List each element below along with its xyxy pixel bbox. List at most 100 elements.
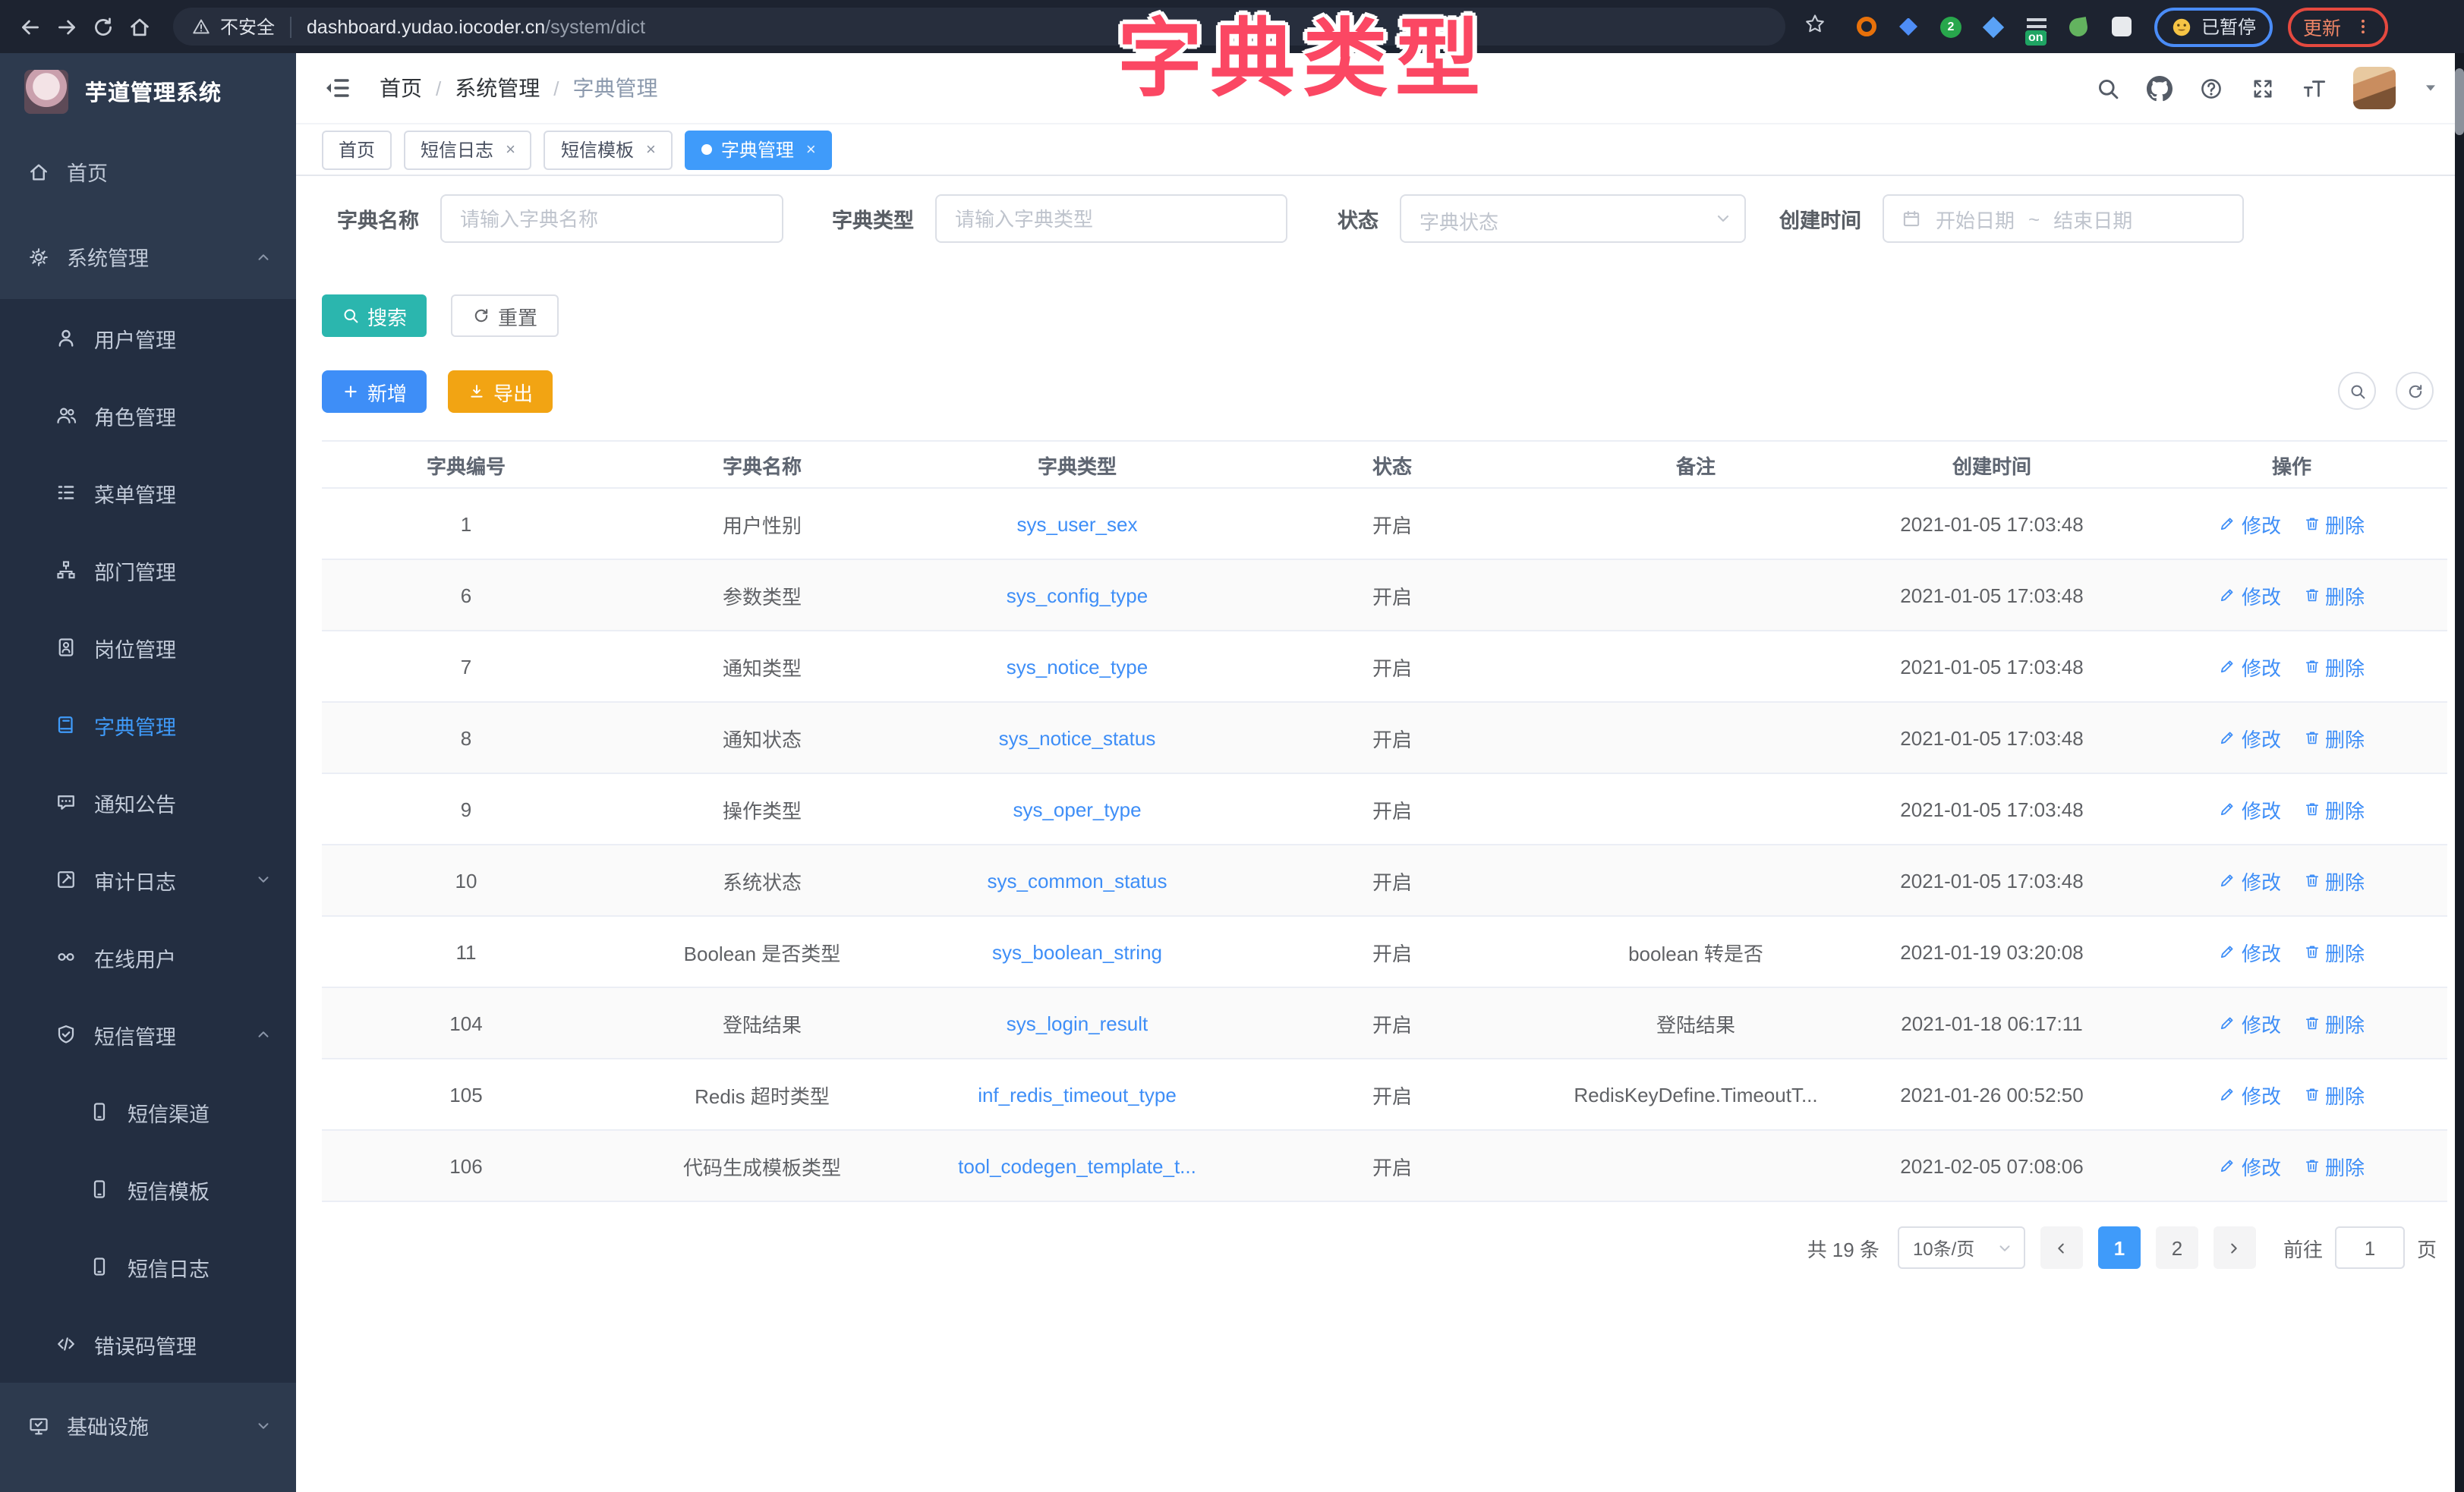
paused-extension-badge[interactable]: 已暂停 <box>2154 7 2273 46</box>
sidebar-item-error-code-mgmt[interactable]: 错误码管理 <box>0 1305 296 1383</box>
toggle-search-button[interactable] <box>2338 372 2376 410</box>
date-start-placeholder[interactable]: 开始日期 <box>1936 204 2015 233</box>
user-avatar[interactable] <box>2353 67 2396 109</box>
dict-type-link[interactable]: sys_notice_type <box>1007 655 1148 678</box>
help-icon[interactable] <box>2198 75 2224 101</box>
delete-link[interactable]: 删除 <box>2302 1009 2365 1037</box>
sidebar-item-dept-mgmt[interactable]: 部门管理 <box>0 531 296 609</box>
dict-type-input[interactable] <box>935 194 1287 243</box>
dict-type-link[interactable]: inf_redis_timeout_type <box>978 1083 1177 1106</box>
sidebar-item-dict-mgmt[interactable]: 字典管理 <box>0 686 296 763</box>
github-icon[interactable] <box>2147 75 2173 101</box>
dict-type-link[interactable]: sys_oper_type <box>1013 798 1141 820</box>
delete-link[interactable]: 删除 <box>2302 723 2365 752</box>
edit-link[interactable]: 修改 <box>2219 866 2281 895</box>
sidebar-item-user-mgmt[interactable]: 用户管理 <box>0 299 296 376</box>
tab-sms-log[interactable]: 短信日志× <box>404 130 532 169</box>
sidebar-item-infrastructure[interactable]: 基础设施 <box>0 1383 296 1468</box>
sidebar-item-online-users[interactable]: 在线用户 <box>0 918 296 996</box>
sidebar-item-system-mgmt[interactable]: 系统管理 <box>0 214 296 299</box>
dict-type-link[interactable]: sys_login_result <box>1007 1012 1148 1034</box>
delete-link[interactable]: 删除 <box>2302 866 2365 895</box>
edit-link[interactable]: 修改 <box>2219 652 2281 681</box>
status-select[interactable]: 字典状态 <box>1400 194 1746 243</box>
avatar-caret-down-icon[interactable] <box>2421 79 2440 97</box>
sidebar-collapse-icon[interactable] <box>322 73 352 103</box>
green-circle-extension-icon[interactable]: 2 <box>1939 14 1963 39</box>
edit-link[interactable]: 修改 <box>2219 937 2281 966</box>
next-page-button[interactable] <box>2214 1226 2256 1269</box>
add-button[interactable]: 新增 <box>322 370 427 413</box>
reset-button[interactable]: 重置 <box>451 294 559 337</box>
browser-menu-dots-icon[interactable] <box>2353 17 2373 36</box>
blue-light-extension-icon[interactable] <box>1896 14 1920 39</box>
green-leaf-extension-icon[interactable] <box>2066 14 2091 39</box>
fullscreen-icon[interactable] <box>2250 75 2276 101</box>
browser-forward-button[interactable] <box>49 8 85 45</box>
dict-name-input[interactable] <box>440 194 783 243</box>
sidebar-item-audit-log[interactable]: 审计日志 <box>0 841 296 918</box>
page-button-2[interactable]: 2 <box>2156 1226 2198 1269</box>
breadcrumb-system[interactable]: 系统管理 <box>455 73 540 103</box>
sidebar-item-sms-mgmt[interactable]: 短信管理 <box>0 996 296 1073</box>
font-size-icon[interactable] <box>2302 75 2327 101</box>
tab-home[interactable]: 首页 <box>322 130 392 169</box>
dict-type-link[interactable]: sys_boolean_string <box>992 940 1162 963</box>
tab-dict-mgmt[interactable]: 字典管理× <box>685 130 833 169</box>
browser-update-group[interactable]: 更新 <box>2288 7 2388 46</box>
edit-link[interactable]: 修改 <box>2219 581 2281 609</box>
delete-link[interactable]: 删除 <box>2302 795 2365 823</box>
refresh-table-button[interactable] <box>2396 372 2434 410</box>
sidebar-item-menu-mgmt[interactable]: 菜单管理 <box>0 454 296 531</box>
search-icon[interactable] <box>2095 75 2121 101</box>
browser-reload-button[interactable] <box>85 8 121 45</box>
address-bar[interactable]: 不安全 dashboard.yudao.iocoder.cn/system/di… <box>173 8 1785 46</box>
status-select-input[interactable] <box>1400 194 1746 243</box>
edit-link[interactable]: 修改 <box>2219 1080 2281 1109</box>
search-button[interactable]: 搜索 <box>322 294 427 337</box>
export-button[interactable]: 导出 <box>448 370 553 413</box>
delete-link[interactable]: 删除 <box>2302 652 2365 681</box>
sidebar-item-sms-template[interactable]: 短信模板 <box>0 1150 296 1228</box>
delete-link[interactable]: 删除 <box>2302 1080 2365 1109</box>
edit-link[interactable]: 修改 <box>2219 795 2281 823</box>
prev-page-button[interactable] <box>2040 1226 2083 1269</box>
tab-close-icon[interactable]: × <box>506 140 515 159</box>
delete-link[interactable]: 删除 <box>2302 581 2365 609</box>
orange-circle-extension-icon[interactable] <box>1854 14 1878 39</box>
sidebar-item-home[interactable]: 首页 <box>0 129 296 214</box>
delete-link[interactable]: 删除 <box>2302 1151 2365 1180</box>
sidebar-item-sms-channel[interactable]: 短信渠道 <box>0 1073 296 1150</box>
app-logo-row[interactable]: 芋道管理系统 <box>0 53 296 129</box>
page-button-1[interactable]: 1 <box>2098 1226 2141 1269</box>
goto-page-input[interactable] <box>2335 1226 2405 1269</box>
blue-diamond-extension-icon[interactable] <box>1981 14 2006 39</box>
bars-extension-icon[interactable]: on <box>2024 14 2048 39</box>
delete-link[interactable]: 删除 <box>2302 509 2365 538</box>
date-end-placeholder[interactable]: 结束日期 <box>2053 204 2132 233</box>
sidebar-item-notice[interactable]: 通知公告 <box>0 763 296 841</box>
edit-link[interactable]: 修改 <box>2219 723 2281 752</box>
puzzle-extension-icon[interactable] <box>2109 14 2133 39</box>
edit-link[interactable]: 修改 <box>2219 1009 2281 1037</box>
delete-link[interactable]: 删除 <box>2302 937 2365 966</box>
dict-type-link[interactable]: tool_codegen_template_t... <box>958 1154 1196 1177</box>
dict-type-link[interactable]: sys_common_status <box>988 869 1167 892</box>
sidebar-item-post-mgmt[interactable]: 岗位管理 <box>0 609 296 686</box>
page-size-select[interactable]: 10条/页 <box>1898 1226 2025 1269</box>
tab-sms-template[interactable]: 短信模板× <box>544 130 673 169</box>
security-indicator[interactable]: 不安全 <box>191 14 275 39</box>
tab-close-icon[interactable]: × <box>806 140 816 159</box>
tab-close-icon[interactable]: × <box>646 140 656 159</box>
date-range-picker[interactable]: 开始日期 ~ 结束日期 <box>1883 194 2244 243</box>
browser-home-button[interactable] <box>121 8 158 45</box>
dict-type-link[interactable]: sys_notice_status <box>999 726 1156 749</box>
dict-type-link[interactable]: sys_user_sex <box>1017 512 1138 535</box>
edit-link[interactable]: 修改 <box>2219 509 2281 538</box>
edit-link[interactable]: 修改 <box>2219 1151 2281 1180</box>
dict-type-link[interactable]: sys_config_type <box>1007 584 1148 606</box>
breadcrumb-home[interactable]: 首页 <box>380 73 422 103</box>
sidebar-item-sms-log[interactable]: 短信日志 <box>0 1228 296 1305</box>
sidebar-item-role-mgmt[interactable]: 角色管理 <box>0 376 296 454</box>
scrollbar-thumb[interactable] <box>2455 68 2464 135</box>
